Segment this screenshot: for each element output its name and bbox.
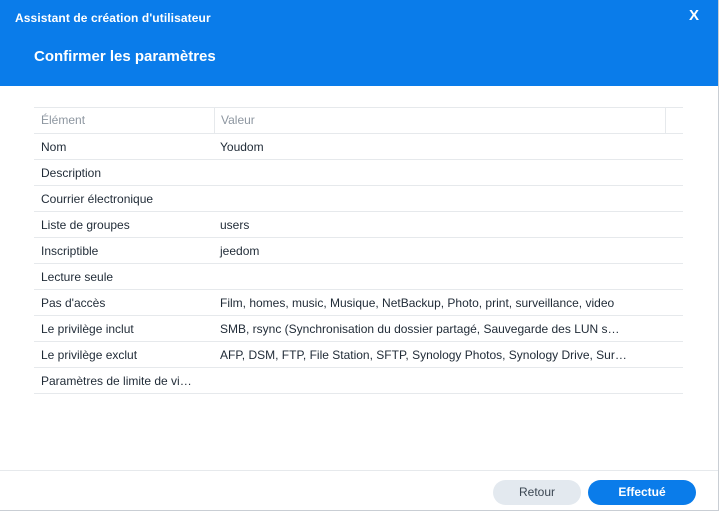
row-value: SMB, rsync (Synchronisation du dossier p… (220, 321, 620, 336)
table-row: Pas d'accès Film, homes, music, Musique,… (34, 290, 683, 316)
back-button[interactable]: Retour (493, 480, 581, 505)
column-header-value[interactable]: Valeur (214, 108, 666, 133)
table-row: Nom Youdom (34, 134, 683, 160)
done-button[interactable]: Effectué (588, 480, 696, 505)
close-icon[interactable]: X (686, 7, 702, 25)
row-value: Film, homes, music, Musique, NetBackup, … (220, 295, 615, 310)
row-key: Pas d'accès (41, 295, 106, 310)
row-key: Inscriptible (41, 243, 99, 258)
column-header-element[interactable]: Élément (34, 108, 214, 133)
row-value: AFP, DSM, FTP, File Station, SFTP, Synol… (220, 347, 627, 362)
table-row: Description (34, 160, 683, 186)
settings-table: Élément Valeur Nom Youdom Description Co… (34, 107, 683, 394)
row-value: users (220, 217, 250, 232)
row-key: Courrier électronique (41, 191, 154, 206)
step-title: Confirmer les paramètres (34, 48, 216, 65)
row-key: Paramètres de limite de vi… (41, 373, 192, 388)
row-key: Description (41, 165, 102, 180)
window-title: Assistant de création d'utilisateur (15, 11, 211, 25)
table-row: Paramètres de limite de vi… (34, 368, 683, 394)
row-key: Le privilège exclut (41, 347, 138, 362)
table-row: Courrier électronique (34, 186, 683, 212)
table-row: Le privilège exclut AFP, DSM, FTP, File … (34, 342, 683, 368)
table-row: Lecture seule (34, 264, 683, 290)
user-creation-wizard-dialog: Assistant de création d'utilisateur X Co… (0, 0, 719, 511)
row-value: jeedom (220, 243, 260, 258)
row-key: Lecture seule (41, 269, 114, 284)
dialog-header: Assistant de création d'utilisateur X Co… (0, 0, 718, 86)
row-key: Liste de groupes (41, 217, 130, 232)
dialog-footer: Retour Effectué (0, 470, 718, 511)
table-header: Élément Valeur (34, 107, 683, 134)
table-row: Liste de groupes users (34, 212, 683, 238)
table-row: Inscriptible jeedom (34, 238, 683, 264)
row-key: Le privilège inclut (41, 321, 134, 336)
row-key: Nom (41, 139, 67, 154)
row-value: Youdom (220, 139, 264, 154)
table-row: Le privilège inclut SMB, rsync (Synchron… (34, 316, 683, 342)
